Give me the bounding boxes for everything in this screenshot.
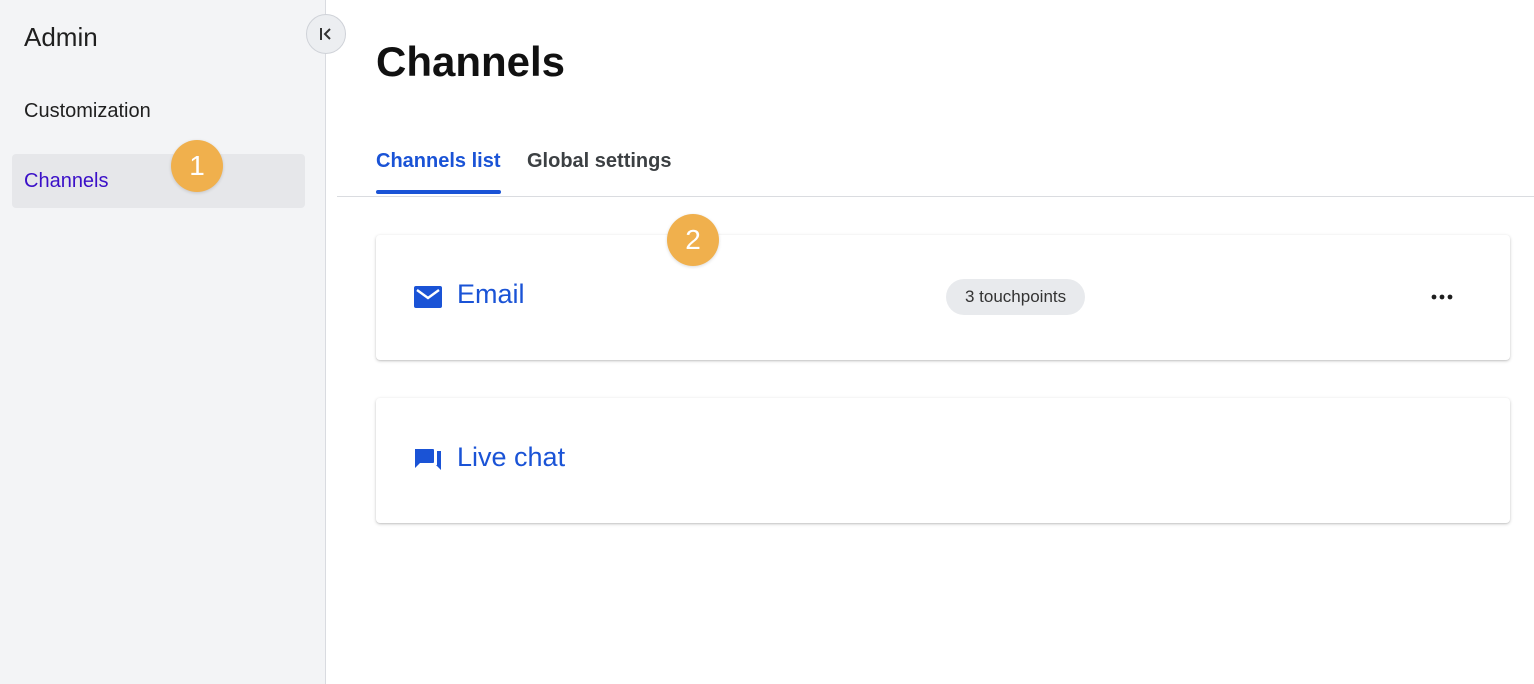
collapse-sidebar-button[interactable] [306,14,346,54]
page-title: Channels [376,38,566,85]
tab-bar: Channels list Global settings [337,140,1534,197]
step-marker-1: 1 [171,140,223,192]
active-tab-indicator [376,190,501,194]
sidebar-title: Admin [24,22,98,52]
sidebar-item-label: Customization [24,99,151,122]
channel-name[interactable]: Live chat [457,442,565,473]
channel-card-live-chat[interactable]: Live chat [376,398,1510,523]
sidebar-item-channels[interactable]: Channels [12,154,305,208]
sidebar-item-label: Channels [24,169,109,192]
more-horizontal-icon [1431,294,1453,300]
sidebar-item-customization[interactable]: Customization [12,84,305,138]
channel-card-email[interactable]: Email 3 touchpoints [376,235,1510,360]
touchpoints-badge: 3 touchpoints [946,279,1086,315]
step-marker-2: 2 [667,214,719,266]
more-options-button[interactable] [1426,281,1458,313]
tab-global-settings[interactable]: Global settings [527,150,671,196]
email-icon [414,286,442,313]
channel-name[interactable]: Email [457,279,525,310]
sidebar: Admin Customization Channels [0,0,326,684]
collapse-left-icon [320,28,331,40]
chat-icon [414,447,444,480]
